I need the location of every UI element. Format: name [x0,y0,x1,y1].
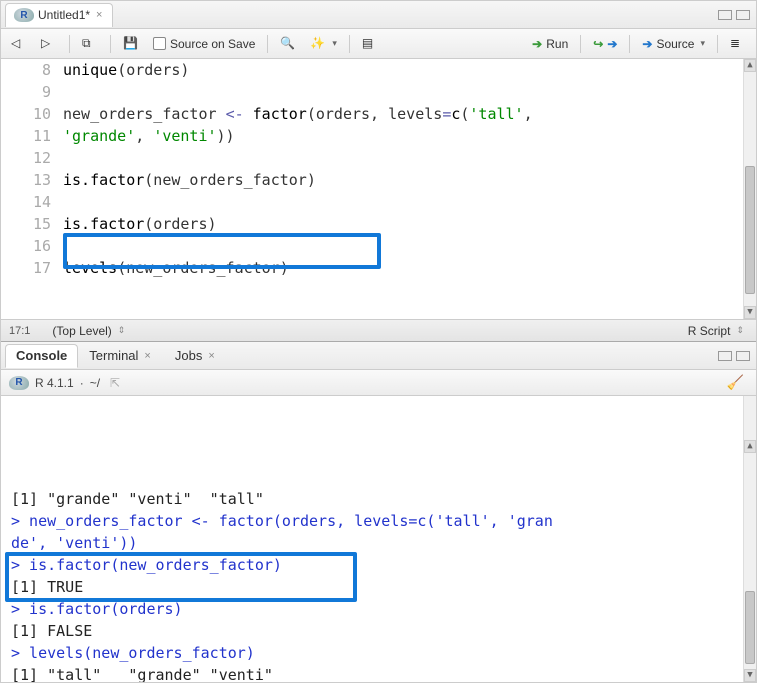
path-separator: · [80,376,84,390]
code-tools-button[interactable]: ✨▾ [306,34,341,54]
updown-icon: ⇕ [118,325,126,336]
scroll-down-icon[interactable]: ▼ [744,669,756,682]
chevron-down-icon: ▾ [332,38,337,49]
rerun-icon: ↪ [593,37,603,51]
source-on-save-label: Source on Save [170,37,255,51]
clear-console-button[interactable]: 🧹 [723,372,748,393]
wand-icon: ✨ [310,36,326,52]
notebook-icon: ▤ [362,36,378,52]
editor-pane: R Untitled1* × ◁ ▷ ⧉ 💾 Source on Save 🔍 … [1,1,756,342]
scroll-up-icon[interactable]: ▲ [744,59,756,72]
tab-terminal-label: Terminal [89,348,138,363]
show-in-new-window-button[interactable]: ⧉ [78,34,102,54]
arrow-left-icon: ◁ [11,36,27,52]
tab-console-label: Console [16,348,67,363]
updown-icon: ⇕ [736,325,744,336]
r-icon: R [9,376,29,390]
popout-icon: ⇱ [110,376,120,390]
close-icon[interactable]: × [206,350,216,362]
source-label: Source [656,37,694,51]
tab-console[interactable]: Console [5,344,78,368]
minimize-pane-icon[interactable] [718,351,732,361]
rerun-down-icon: ➔ [607,37,617,51]
checkbox-icon [153,37,166,50]
outline-icon: ≣ [730,36,746,52]
back-button[interactable]: ◁ [7,34,31,54]
run-button[interactable]: ➔ Run [528,35,572,53]
find-button[interactable]: 🔍 [276,34,300,54]
maximize-pane-icon[interactable] [736,10,750,20]
console-scrollbar[interactable]: ▲ ▼ [743,396,756,682]
scroll-down-icon[interactable]: ▼ [744,306,756,319]
forward-button[interactable]: ▷ [37,34,61,54]
rerun-button[interactable]: ↪➔ [589,35,621,53]
cursor-position: 17:1 [9,325,30,337]
lang-label: R Script [688,324,731,338]
editor-toolbar: ◁ ▷ ⧉ 💾 Source on Save 🔍 ✨▾ ▤ ➔Run ↪➔ ➔S… [1,29,756,59]
session-popout-button[interactable]: ⇱ [106,374,124,392]
r-version: R 4.1.1 [35,376,74,390]
compile-report-button[interactable]: ▤ [358,34,382,54]
maximize-pane-icon[interactable] [736,351,750,361]
popout-icon: ⧉ [82,36,98,52]
scroll-thumb[interactable] [745,591,755,664]
code-editor[interactable]: 891011121314151617 unique(orders) new_or… [1,59,756,319]
broom-icon: 🧹 [727,374,744,391]
tab-jobs-label: Jobs [175,348,202,363]
arrow-right-icon: ▷ [41,36,57,52]
console-output[interactable]: ▲ ▼ [1] "grande" "venti" "tall"> new_ord… [1,396,756,682]
scroll-thumb[interactable] [745,166,755,295]
scope-selector[interactable]: (Top Level) ⇕ [48,322,129,340]
chevron-down-icon: ▾ [700,38,705,49]
tab-jobs[interactable]: Jobs × [164,344,228,368]
outline-button[interactable]: ≣ [726,34,750,54]
pane-window-controls [718,351,756,361]
editor-scrollbar[interactable]: ▲ ▼ [743,59,756,319]
source-button[interactable]: ➔ Source ▾ [638,35,709,53]
editor-tab-bar: R Untitled1* × [1,1,756,29]
console-pane: Console Terminal × Jobs × R R 4.1.1 · ~/ ⇱… [1,342,756,682]
scope-label: (Top Level) [52,324,111,338]
editor-tab-title: Untitled1* [38,8,90,22]
line-gutter: 891011121314151617 [1,59,63,319]
language-selector[interactable]: R Script ⇕ [684,322,748,340]
r-icon: R [14,8,34,22]
close-icon[interactable]: × [94,9,104,21]
run-arrow-icon: ➔ [532,37,542,51]
editor-tab[interactable]: R Untitled1* × [5,3,113,27]
editor-status-bar: 17:1 (Top Level) ⇕ R Script ⇕ [1,319,756,341]
source-on-save-toggle[interactable]: Source on Save [149,35,259,53]
console-toolbar: R R 4.1.1 · ~/ ⇱ 🧹 [1,370,756,396]
console-tab-bar: Console Terminal × Jobs × [1,342,756,370]
run-label: Run [546,37,568,51]
working-dir[interactable]: ~/ [90,376,100,390]
search-icon: 🔍 [280,36,296,52]
minimize-pane-icon[interactable] [718,10,732,20]
save-icon: 💾 [123,36,139,52]
save-button[interactable]: 💾 [119,34,143,54]
close-icon[interactable]: × [142,350,152,362]
pane-window-controls [718,10,756,20]
source-arrow-icon: ➔ [642,37,652,51]
code-body[interactable]: unique(orders) new_orders_factor <- fact… [63,59,756,319]
tab-terminal[interactable]: Terminal × [78,344,164,368]
